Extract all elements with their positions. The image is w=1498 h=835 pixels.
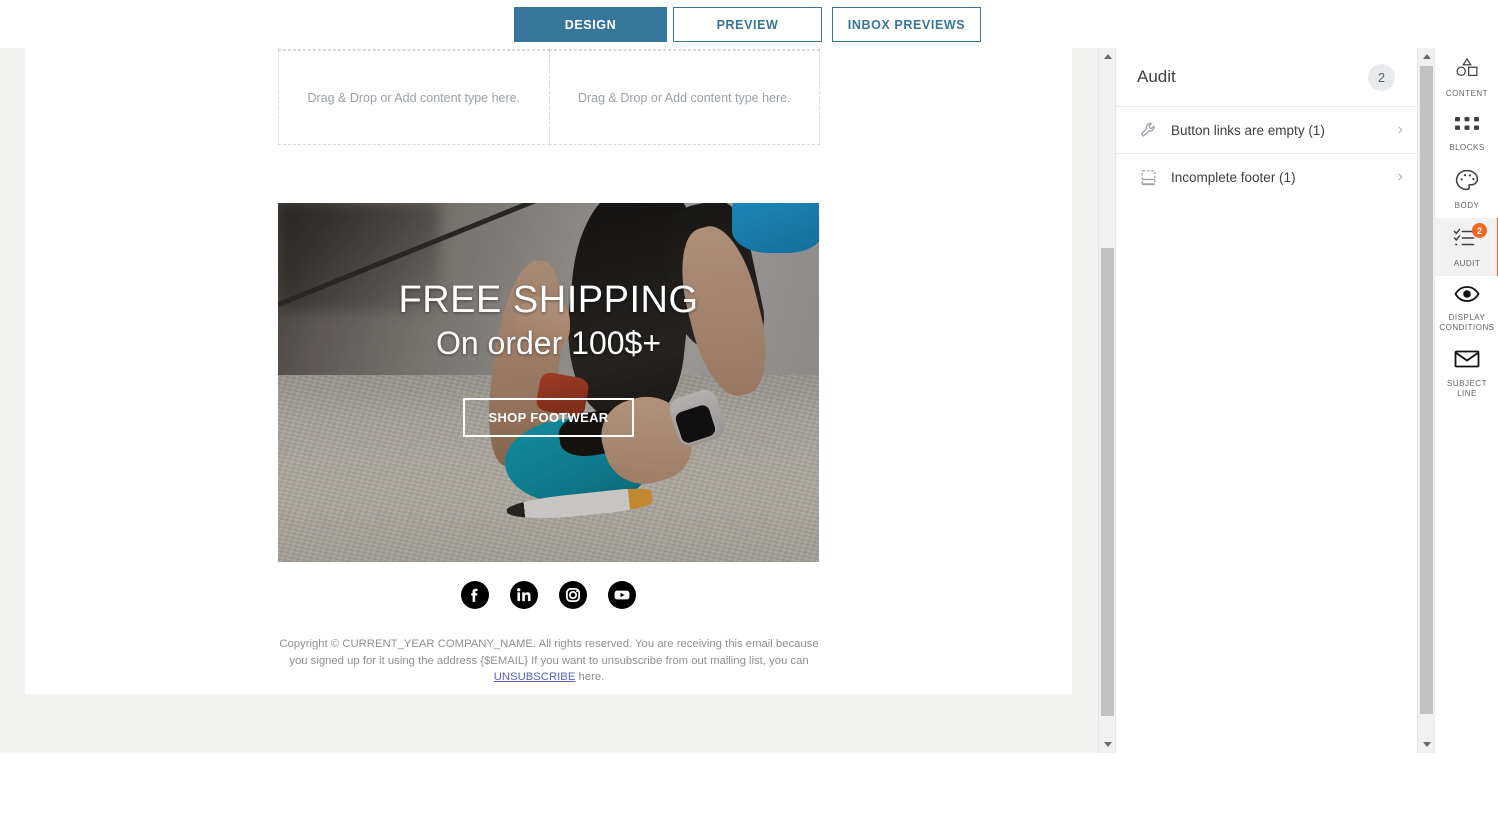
view-mode-tabs: DESIGN PREVIEW INBOX PREVIEWS [514, 7, 981, 42]
audit-item-label: Button links are empty (1) [1171, 122, 1325, 138]
tab-preview[interactable]: PREVIEW [673, 7, 822, 42]
wrench-icon [1138, 120, 1158, 140]
audit-panel-title: Audit [1137, 67, 1176, 86]
audit-scroll-down-button[interactable] [1418, 736, 1435, 753]
palette-icon [1455, 169, 1479, 196]
audit-item-button-links-empty[interactable]: Button links are empty (1) › [1116, 106, 1417, 153]
dropzone-right-label: Drag & Drop or Add content type here. [577, 90, 791, 105]
rail-item-blocks-label: BLOCKS [1449, 143, 1485, 152]
social-links-block [25, 581, 1072, 609]
rail-item-body[interactable]: BODY [1435, 160, 1498, 218]
footer-line-2: you signed up for it using the address {… [289, 654, 809, 667]
audit-scroll-up-button[interactable] [1418, 48, 1435, 65]
rail-item-audit-label: AUDIT [1453, 259, 1481, 268]
rail-item-subject-line[interactable]: SUBJECT LINE [1435, 340, 1498, 406]
unsubscribe-link[interactable]: UNSUBSCRIBE [494, 671, 576, 683]
shapes-icon [1453, 57, 1481, 84]
canvas-vertical-scrollbar[interactable] [1098, 48, 1115, 753]
structure-row-dropzones: Drag & Drop or Add content type here. Dr… [278, 50, 820, 145]
hero-text-block: FREE SHIPPING On order 100$+ [278, 279, 819, 365]
rail-item-content-label: CONTENT [1445, 89, 1489, 98]
canvas-scroll-up-button[interactable] [1099, 48, 1116, 65]
dropzone-left-label: Drag & Drop or Add content type here. [307, 90, 521, 105]
bottom-action-bar: DONE DESIGNING [0, 753, 1498, 835]
audit-rail-badge: 2 [1472, 223, 1487, 238]
footer-line-1: Copyright © CURRENT_YEAR COMPANY_NAME. A… [279, 638, 819, 650]
chevron-right-icon: › [1397, 121, 1403, 138]
eye-icon [1454, 285, 1480, 308]
top-tab-bar: DESIGN PREVIEW INBOX PREVIEWS [0, 0, 1498, 48]
rail-item-subject-line-label: SUBJECT LINE [1447, 379, 1487, 398]
facebook-icon[interactable] [461, 581, 489, 609]
rail-item-audit[interactable]: 2 AUDIT [1435, 218, 1498, 276]
linkedin-icon[interactable] [510, 581, 538, 609]
hero-cta-button[interactable]: SHOP FOOTWEAR [462, 398, 635, 437]
canvas-scroll-down-button[interactable] [1099, 736, 1116, 753]
audit-panel-scrollbar[interactable] [1417, 48, 1434, 753]
rail-item-display-conditions-label: DISPLAY CONDITIONS [1439, 313, 1495, 332]
rail-item-blocks[interactable]: BLOCKS [1435, 106, 1498, 160]
dropzone-right[interactable]: Drag & Drop or Add content type here. [548, 50, 820, 145]
rail-item-body-label: BODY [1454, 201, 1480, 210]
tab-design[interactable]: DESIGN [514, 7, 667, 42]
hero-banner-block[interactable]: FREE SHIPPING On order 100$+ SHOP FOOTWE… [278, 203, 819, 562]
footer-block-icon [1138, 167, 1158, 187]
tab-design-label: DESIGN [564, 17, 617, 32]
hero-subheadline: On order 100$+ [435, 324, 662, 361]
hero-overlay [278, 203, 819, 562]
tab-inbox-previews[interactable]: INBOX PREVIEWS [832, 7, 981, 42]
audit-item-incomplete-footer[interactable]: Incomplete footer (1) › [1116, 153, 1417, 200]
editor-tool-rail: CONTENT BLOCKS BODY 2 AUDIT DISPLAY COND… [1434, 48, 1498, 753]
audit-panel-scroll-thumb[interactable] [1420, 66, 1433, 714]
audit-count-badge: 2 [1368, 64, 1395, 91]
instagram-icon[interactable] [559, 581, 587, 609]
audit-panel-header: Audit 2 [1116, 48, 1417, 106]
tab-preview-label: PREVIEW [716, 17, 779, 32]
chevron-right-icon: › [1397, 168, 1403, 185]
email-designer-app: DESIGN PREVIEW INBOX PREVIEWS Drag & Dro… [0, 0, 1498, 835]
email-canvas-area: Drag & Drop or Add content type here. Dr… [0, 48, 1098, 753]
audit-panel: Audit 2 Button links are empty (1) › Inc… [1115, 48, 1417, 753]
rail-item-content[interactable]: CONTENT [1435, 48, 1498, 106]
rail-item-display-conditions[interactable]: DISPLAY CONDITIONS [1435, 276, 1498, 340]
envelope-icon [1454, 349, 1480, 374]
canvas-vertical-scroll-thumb[interactable] [1101, 248, 1114, 716]
footer-line-3-tail: here. [575, 671, 605, 684]
hero-headline: FREE SHIPPING [398, 279, 699, 321]
youtube-icon[interactable] [608, 581, 636, 609]
grid-dots-icon [1454, 115, 1480, 138]
email-sheet: Drag & Drop or Add content type here. Dr… [25, 48, 1072, 694]
hero-cta-label: SHOP FOOTWEAR [488, 410, 609, 425]
footer-legal-text: Copyright © CURRENT_YEAR COMPANY_NAME. A… [278, 636, 820, 686]
tab-inbox-previews-label: INBOX PREVIEWS [847, 17, 966, 32]
audit-item-label: Incomplete footer (1) [1171, 169, 1296, 185]
dropzone-left[interactable]: Drag & Drop or Add content type here. [278, 50, 550, 145]
